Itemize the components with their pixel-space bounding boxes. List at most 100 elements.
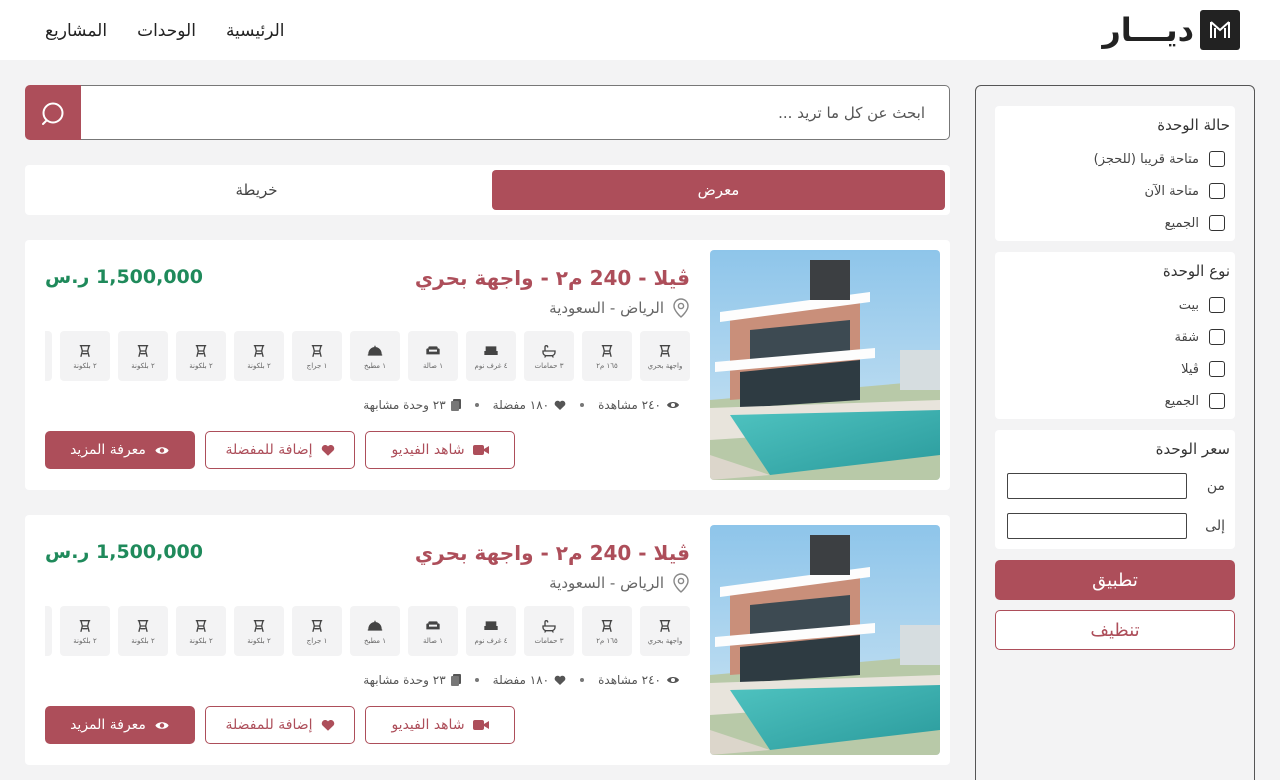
brand-logo[interactable]: ديـــار — [1090, 10, 1240, 50]
feature-bedrooms: ٤ غرف نوم — [466, 331, 516, 381]
type-option-apartment[interactable]: شقة — [1175, 327, 1225, 347]
listing-photo[interactable] — [710, 525, 940, 755]
nav-projects[interactable]: المشاريع — [30, 16, 122, 46]
filter-type: نوع الوحدة بيت شقة ڤيلا الجميع — [995, 252, 1235, 419]
checkbox[interactable] — [1209, 393, 1225, 409]
listing-stats: ٢٤٠ مشاهدة ١٨٠ مفضلة ٢٣ وحدة مشابهة — [363, 673, 680, 687]
balcony-icon — [77, 618, 93, 634]
feature-bedrooms: ٤ غرف نوم — [466, 606, 516, 656]
bed-icon — [483, 618, 499, 634]
eye-icon — [667, 677, 679, 683]
bath-icon — [541, 343, 557, 359]
checkbox[interactable] — [1209, 183, 1225, 199]
feature-area: ١٦٥ م٢ — [582, 331, 632, 381]
views-stat: ٢٤٠ مشاهدة — [598, 673, 680, 687]
price-to-label: إلى — [1205, 518, 1225, 534]
watch-video-button[interactable]: شاهد الفيديو — [365, 431, 515, 469]
listing-stats: ٢٤٠ مشاهدة ١٨٠ مفضلة ٢٣ وحدة مشابهة — [363, 398, 680, 412]
search-bar — [25, 85, 950, 140]
checkbox[interactable] — [1209, 361, 1225, 377]
type-option-villa[interactable]: ڤيلا — [1181, 359, 1225, 379]
listing-price: 1,500,000 ر.س — [45, 266, 203, 288]
checkbox[interactable] — [1209, 297, 1225, 313]
bed-icon — [483, 343, 499, 359]
balcony-icon — [657, 343, 673, 359]
learn-more-button[interactable]: معرفة المزيد — [45, 431, 195, 469]
filter-price: سعر الوحدة من إلى — [995, 430, 1235, 549]
filter-panel: حالة الوحدة متاحة قريبا (للحجز) متاحة ال… — [975, 85, 1255, 780]
dish-icon — [367, 343, 383, 359]
feature-balcony: ٢ بلكونة — [45, 606, 52, 656]
feature-balcony: ٢ بلكونة — [234, 606, 284, 656]
balcony-icon — [309, 343, 325, 359]
watch-video-button[interactable]: شاهد الفيديو — [365, 706, 515, 744]
views-stat: ٢٤٠ مشاهدة — [598, 398, 680, 412]
filter-price-title: سعر الوحدة — [1155, 440, 1230, 458]
feature-balcony: ٢ بلكونة — [118, 606, 168, 656]
apply-button[interactable]: تطبيق — [995, 560, 1235, 600]
location-pin-icon — [673, 298, 689, 318]
eye-icon — [155, 721, 169, 729]
checkbox[interactable] — [1209, 329, 1225, 345]
feature-sea-view: واجهة بحري — [640, 331, 690, 381]
separator-dot — [474, 403, 479, 407]
add-favorite-button[interactable]: إضافة للمفضلة — [205, 706, 355, 744]
feature-garage: ١ جراج — [292, 331, 342, 381]
clear-button[interactable]: تنظيف — [995, 610, 1235, 650]
filter-status: حالة الوحدة متاحة قريبا (للحجز) متاحة ال… — [995, 106, 1235, 241]
balcony-icon — [657, 618, 673, 634]
price-to-input[interactable] — [1007, 513, 1187, 539]
features-list: واجهة بحري ١٦٥ م٢ ٣ حمامات ٤ غرف نوم ١ ص… — [45, 606, 690, 656]
price-to-row: إلى — [1007, 513, 1225, 539]
copy-icon — [450, 399, 461, 411]
nav-units[interactable]: الوحدات — [122, 16, 211, 46]
balcony-icon — [599, 618, 615, 634]
price-from-input[interactable] — [1007, 473, 1187, 499]
tab-gallery[interactable]: معرض — [492, 170, 945, 210]
price-from-row: من — [1007, 473, 1225, 499]
top-header: ديـــار المشاريع الوحدات الرئيسية — [0, 0, 1280, 60]
feature-balcony: ٢ بلكونة — [60, 331, 110, 381]
listing-card: ڤيلا - 240 م٢ - واجهة بحري 1,500,000 ر.س… — [25, 240, 950, 490]
feature-balcony: ٢ بلكونة — [60, 606, 110, 656]
search-button[interactable] — [25, 85, 81, 140]
listing-title[interactable]: ڤيلا - 240 م٢ - واجهة بحري — [415, 541, 690, 565]
view-tabs: معرض خريطة — [25, 165, 950, 215]
filter-type-title: نوع الوحدة — [1162, 262, 1230, 280]
heart-icon — [321, 719, 334, 731]
feature-kitchen: ١ مطبخ — [350, 606, 400, 656]
checkbox[interactable] — [1209, 151, 1225, 167]
logo-mark-icon — [1200, 10, 1240, 50]
sofa-icon — [425, 618, 441, 634]
type-option-all[interactable]: الجميع — [1165, 391, 1225, 411]
status-option-all[interactable]: الجميع — [1165, 213, 1225, 233]
balcony-icon — [135, 343, 151, 359]
video-camera-icon — [472, 445, 489, 455]
similar-stat: ٢٣ وحدة مشابهة — [363, 673, 461, 687]
checkbox[interactable] — [1209, 215, 1225, 231]
heart-icon — [321, 444, 334, 456]
status-option-now[interactable]: متاحة الآن — [1144, 181, 1225, 201]
nav-home[interactable]: الرئيسية — [211, 16, 300, 46]
tab-map[interactable]: خريطة — [30, 170, 483, 210]
video-camera-icon — [472, 720, 489, 730]
status-option-soon[interactable]: متاحة قريبا (للحجز) — [1094, 149, 1225, 169]
copy-icon — [450, 674, 461, 686]
feature-balcony: ٢ بلكونة — [176, 331, 226, 381]
features-list: واجهة بحري ١٦٥ م٢ ٣ حمامات ٤ غرف نوم ١ ص… — [45, 331, 690, 381]
balcony-icon — [251, 343, 267, 359]
listing-photo[interactable] — [710, 250, 940, 480]
listing-title[interactable]: ڤيلا - 240 م٢ - واجهة بحري — [415, 266, 690, 290]
add-favorite-button[interactable]: إضافة للمفضلة — [205, 431, 355, 469]
separator-dot — [474, 678, 479, 682]
feature-area: ١٦٥ م٢ — [582, 606, 632, 656]
balcony-icon — [309, 618, 325, 634]
search-input[interactable] — [80, 85, 950, 140]
balcony-icon — [77, 343, 93, 359]
type-option-house[interactable]: بيت — [1179, 295, 1225, 315]
separator-dot — [580, 403, 585, 407]
feature-bathrooms: ٣ حمامات — [524, 331, 574, 381]
eye-icon — [667, 402, 679, 408]
bath-icon — [541, 618, 557, 634]
learn-more-button[interactable]: معرفة المزيد — [45, 706, 195, 744]
